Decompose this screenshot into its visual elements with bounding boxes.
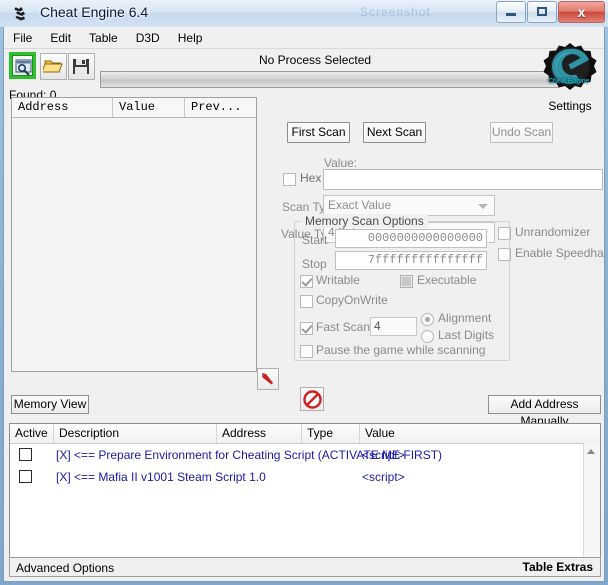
minimize-button[interactable] xyxy=(496,1,526,23)
enable-speedhack-label: Enable Speedhack xyxy=(515,246,604,260)
open-file-button[interactable] xyxy=(40,53,67,80)
hex-label: Hex xyxy=(300,171,322,185)
last-digits-radio[interactable] xyxy=(421,330,434,343)
row-active-checkbox[interactable] xyxy=(19,470,32,483)
cheat-column-address[interactable]: Address xyxy=(217,424,302,443)
hex-checkbox[interactable] xyxy=(283,173,296,186)
value-caption: Value: xyxy=(324,156,358,170)
copyonwrite-label: CopyOnWrite xyxy=(316,293,388,307)
add-address-manually-button[interactable]: Add Address Manually xyxy=(488,395,601,428)
advanced-options-link[interactable]: Advanced Options xyxy=(16,561,114,575)
writable-label: Writable xyxy=(316,273,360,287)
close-button[interactable]: x xyxy=(558,1,605,23)
pointer-scan-button[interactable] xyxy=(257,368,279,390)
process-status-label: No Process Selected xyxy=(259,53,372,67)
next-scan-button[interactable]: Next Scan xyxy=(363,122,426,143)
settings-label[interactable]: Settings xyxy=(542,99,598,113)
chevron-down-icon xyxy=(478,204,488,209)
table-row[interactable]: [X] <== Mafia II v1001 Steam Script 1.0 … xyxy=(10,469,600,486)
executable-label: Executable xyxy=(417,273,477,287)
cheat-engine-icon xyxy=(12,5,30,23)
cheat-table-scrollbar[interactable] xyxy=(583,443,600,574)
cheat-engine-window: Cheat Engine 6.4 Screenshot x File Edit … xyxy=(0,0,608,585)
memory-view-button[interactable]: Memory View xyxy=(11,395,89,414)
column-header-value[interactable]: Value xyxy=(113,98,185,117)
scan-stop-address-input[interactable]: 7fffffffffffffff xyxy=(335,251,487,270)
cheat-column-active[interactable]: Active xyxy=(10,424,54,443)
menu-item-table[interactable]: Table xyxy=(80,29,127,47)
scan-value-input[interactable] xyxy=(323,169,603,190)
scan-progress-bar xyxy=(100,71,559,88)
scan-results-list[interactable]: Address Value Prev... xyxy=(11,97,257,372)
scan-type-dropdown[interactable]: Exact Value xyxy=(323,195,495,216)
start-label: Start xyxy=(302,233,328,247)
maximize-icon xyxy=(537,7,547,16)
scroll-up-icon[interactable] xyxy=(587,449,595,454)
scan-start-address-input[interactable]: 0000000000000000 xyxy=(335,229,487,248)
table-extras-link[interactable]: Table Extras xyxy=(523,560,593,574)
copyonwrite-checkbox[interactable] xyxy=(300,295,313,308)
column-header-address[interactable]: Address xyxy=(12,98,113,117)
fast-scan-value-input[interactable]: 4 xyxy=(370,317,417,336)
alignment-radio[interactable] xyxy=(421,313,434,326)
table-row[interactable]: [X] <== Prepare Environment for Cheating… xyxy=(10,447,600,464)
fast-scan-checkbox[interactable] xyxy=(300,322,313,335)
cheat-table[interactable]: Active Description Address Type Value [X… xyxy=(9,423,601,575)
cheat-engine-logo[interactable]: Cheat Engine xyxy=(542,41,598,97)
minimize-icon xyxy=(506,13,516,16)
menu-item-help[interactable]: Help xyxy=(169,29,212,47)
logo-wordmark: Cheat Engine xyxy=(548,78,590,85)
stop-label: Stop xyxy=(302,257,327,271)
menu-item-file[interactable]: File xyxy=(4,29,41,47)
status-bar: Advanced Options Table Extras xyxy=(9,557,601,577)
menu-item-edit[interactable]: Edit xyxy=(41,29,80,47)
save-button[interactable] xyxy=(68,53,95,80)
menu-bar: File Edit Table D3D Help xyxy=(4,27,604,49)
first-scan-button[interactable]: First Scan xyxy=(287,122,350,143)
close-icon: x xyxy=(577,4,586,20)
unrandomizer-label: Unrandomizer xyxy=(515,225,591,239)
executable-checkbox[interactable] xyxy=(400,275,413,288)
cheat-table-header: Active Description Address Type Value xyxy=(10,424,600,444)
scan-type-value: Exact Value xyxy=(328,198,392,212)
open-process-button[interactable] xyxy=(9,52,36,79)
window-controls: x xyxy=(495,1,605,23)
maximize-button[interactable] xyxy=(527,1,557,23)
window-title: Cheat Engine 6.4 xyxy=(40,4,149,20)
pause-game-checkbox[interactable] xyxy=(300,345,313,358)
cheat-column-value[interactable]: Value xyxy=(360,424,600,443)
column-header-previous[interactable]: Prev... xyxy=(185,98,256,117)
pause-game-label: Pause the game while scanning xyxy=(316,343,486,357)
undo-scan-button[interactable]: Undo Scan xyxy=(490,122,553,143)
writable-checkbox[interactable] xyxy=(300,275,313,288)
row-value: <script> xyxy=(362,470,405,484)
scan-results-header: Address Value Prev... xyxy=(12,98,256,118)
row-description: [X] <== Mafia II v1001 Steam Script 1.0 xyxy=(56,470,266,484)
stop-scan-button[interactable] xyxy=(300,387,324,411)
menu-item-d3d[interactable]: D3D xyxy=(127,29,169,47)
ghost-watermark-title: Screenshot xyxy=(360,5,431,19)
client-area: File Edit Table D3D Help No Process Sele… xyxy=(3,27,605,582)
memory-scan-options-title: Memory Scan Options xyxy=(301,214,428,228)
alignment-label: Alignment xyxy=(438,311,492,325)
title-bar: Cheat Engine 6.4 Screenshot x xyxy=(0,0,608,28)
cheat-column-description[interactable]: Description xyxy=(54,424,217,443)
fast-scan-label: Fast Scan xyxy=(316,320,371,334)
row-value: <script> xyxy=(362,448,405,462)
row-active-checkbox[interactable] xyxy=(19,448,32,461)
last-digits-label: Last Digits xyxy=(438,328,495,342)
cheat-column-type[interactable]: Type xyxy=(302,424,360,443)
